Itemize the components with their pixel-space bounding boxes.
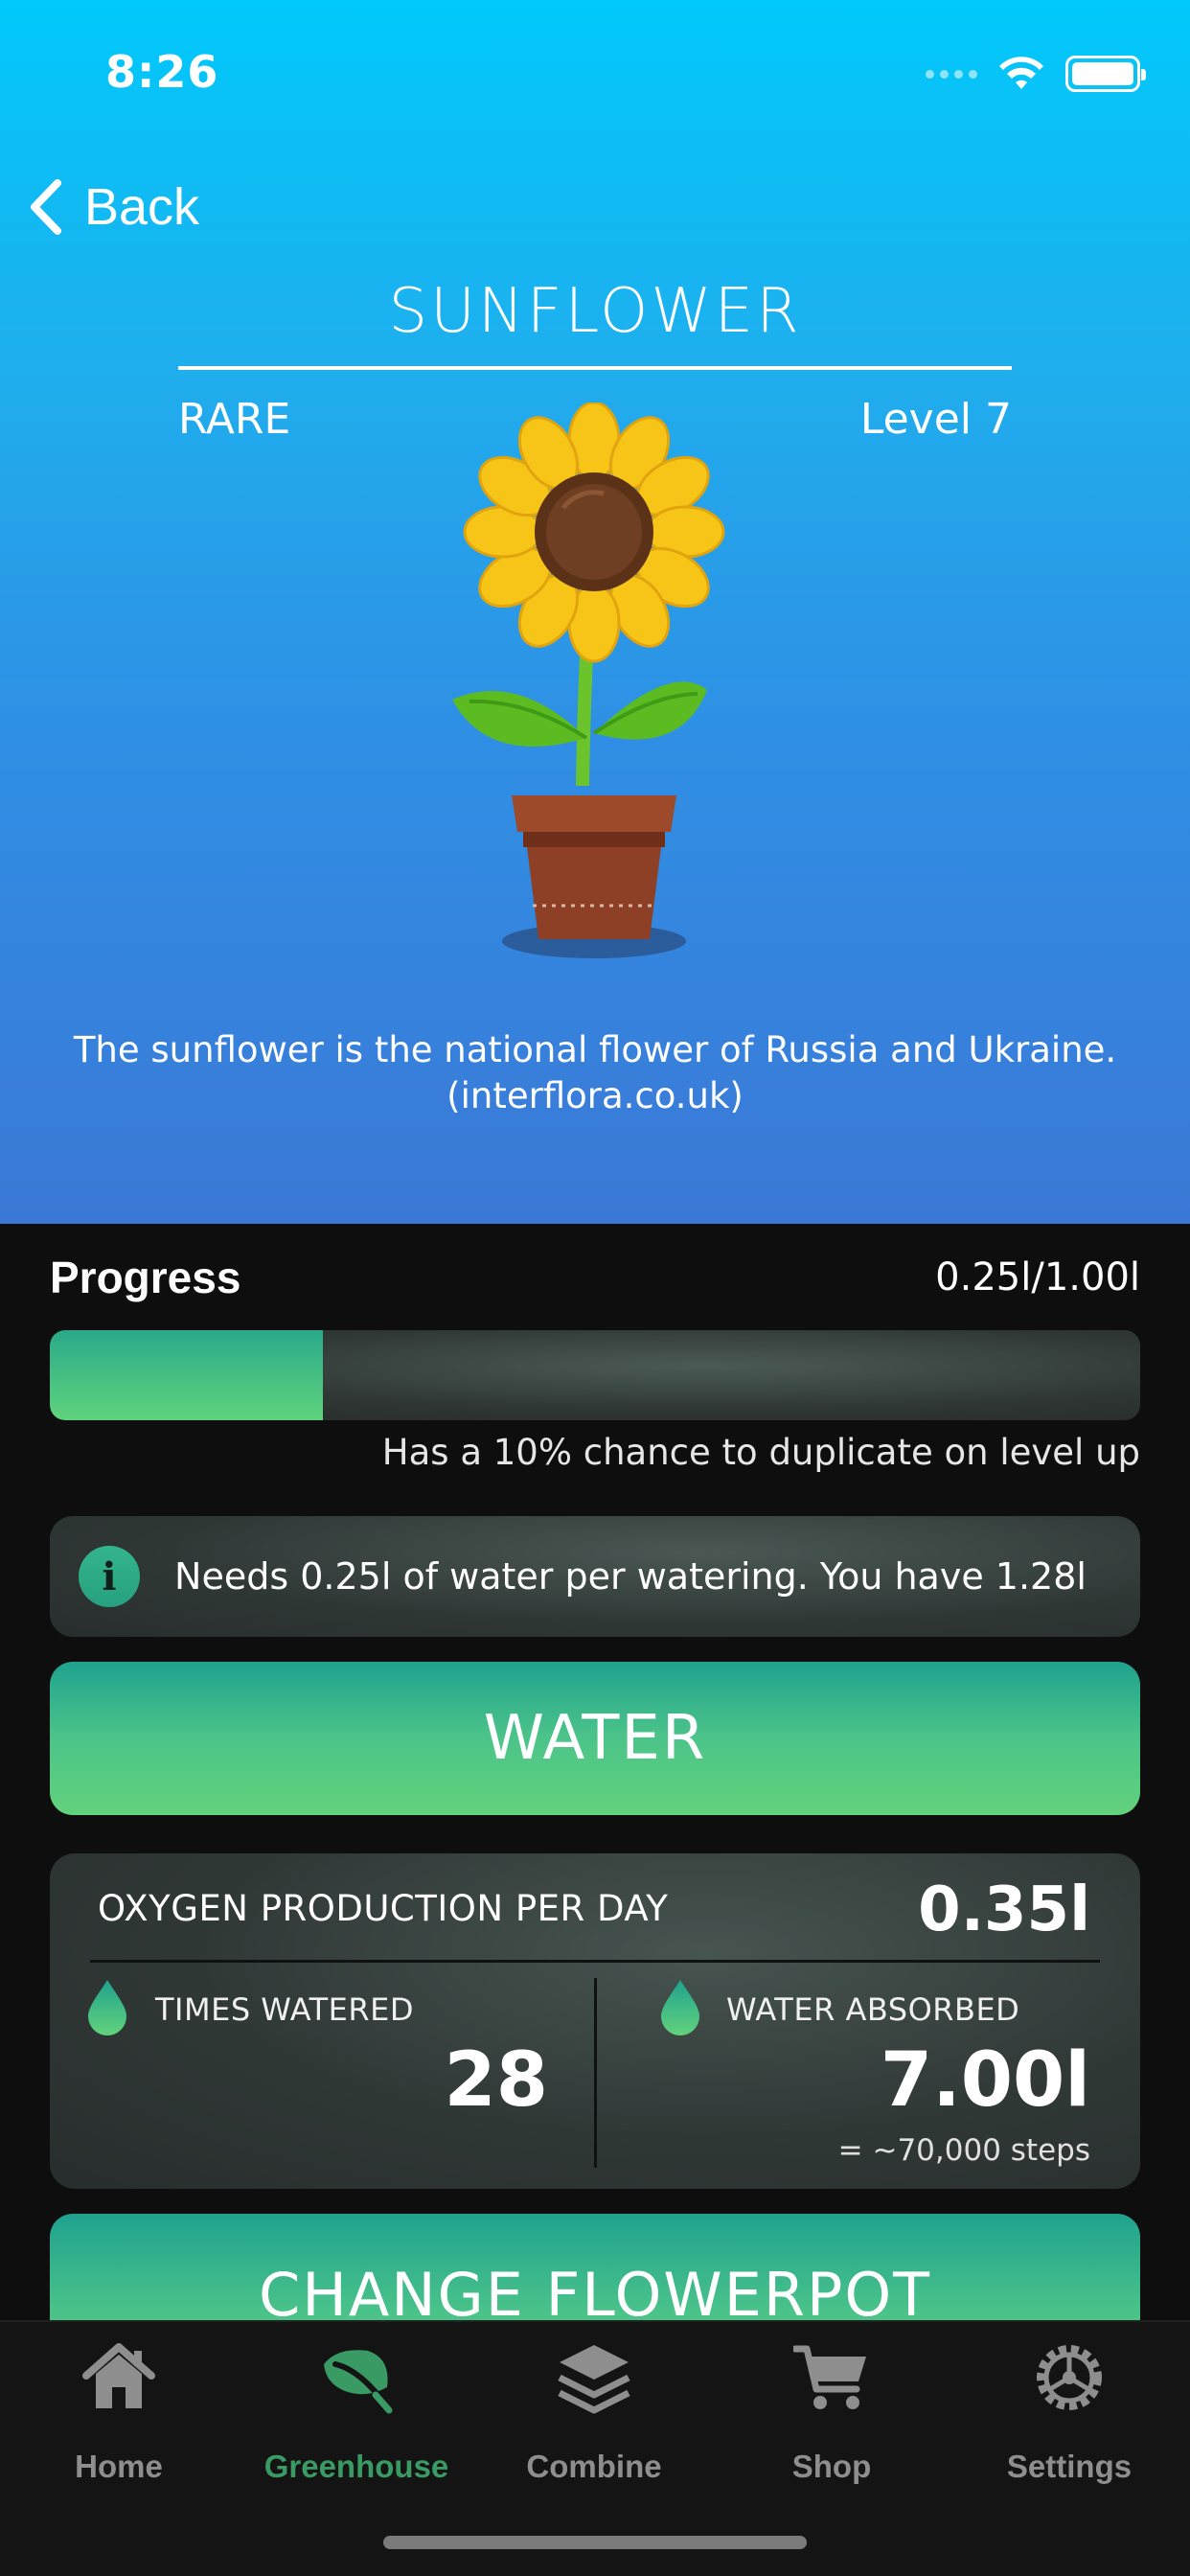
oxygen-value: 0.35l: [918, 1874, 1090, 1945]
cellular-icon: [926, 69, 977, 79]
rarity-label: RARE: [178, 395, 291, 444]
water-info-text: Needs 0.25l of water per watering. You h…: [174, 1555, 1087, 1598]
water-absorbed-steps: = ~70,000 steps: [837, 2133, 1090, 2168]
duplicate-chance-note: Has a 10% chance to duplicate on level u…: [381, 1432, 1140, 1473]
oxygen-label: OXYGEN PRODUCTION PER DAY: [98, 1888, 669, 1929]
level-label: Level 7: [859, 395, 1012, 444]
plant-fact: The sunflower is the national flower of …: [38, 1027, 1152, 1119]
water-absorbed-label: WATER ABSORBED: [726, 1991, 1020, 2028]
home-icon: [82, 2343, 155, 2408]
tab-label: Combine: [526, 2449, 662, 2484]
times-watered-value: 28: [444, 2037, 548, 2124]
tab-home[interactable]: Home: [0, 2322, 238, 2504]
sunflower-illustration: [452, 402, 725, 958]
tab-combine[interactable]: Combine: [475, 2322, 713, 2504]
tab-settings[interactable]: Settings: [950, 2322, 1188, 2504]
plant-name: SUNFLOWER: [388, 276, 802, 347]
stats-vertical-divider: [594, 1978, 597, 2168]
leaf-icon: [324, 2350, 393, 2414]
water-drop-icon: [661, 1980, 699, 2036]
status-time: 8:26: [105, 46, 219, 98]
tab-label: Home: [75, 2449, 163, 2484]
chevron-left-icon: [31, 179, 61, 235]
tab-label: Shop: [791, 2449, 872, 2484]
progress-label: Progress: [50, 1253, 241, 1302]
tab-greenhouse[interactable]: Greenhouse: [238, 2322, 475, 2504]
layers-icon: [558, 2345, 630, 2414]
stats-card: OXYGEN PRODUCTION PER DAY 0.35l TIMES WA…: [50, 1853, 1140, 2189]
water-info-box: i Needs 0.25l of water per watering. You…: [50, 1516, 1140, 1637]
progress-value: 0.25l/1.00l: [935, 1255, 1140, 1300]
stats-divider: [90, 1960, 1100, 1963]
water-drop-icon: [88, 1980, 126, 2036]
gear-icon: [1037, 2345, 1102, 2410]
battery-icon: [1065, 56, 1146, 92]
water-button-label: WATER: [483, 1703, 707, 1774]
cart-icon: [793, 2345, 866, 2409]
title-divider: [178, 366, 1012, 370]
water-button[interactable]: WATER: [50, 1662, 1140, 1815]
wifi-icon: [999, 57, 1043, 89]
info-icon: i: [79, 1546, 140, 1607]
progress-bar: [50, 1330, 1140, 1420]
tab-label: Settings: [1006, 2449, 1133, 2484]
back-label: Back: [84, 178, 200, 236]
water-absorbed-value: 7.00l: [880, 2037, 1090, 2124]
tab-label: Greenhouse: [263, 2449, 449, 2484]
plant-fact-text: The sunflower is the national flower of …: [73, 1029, 1117, 1070]
home-indicator: [383, 2536, 807, 2549]
times-watered-label: TIMES WATERED: [155, 1991, 414, 2028]
plant-fact-source: (interflora.co.uk): [446, 1075, 744, 1116]
progress-fill: [50, 1330, 323, 1420]
status-icons: [926, 56, 1146, 92]
back-button[interactable]: Back: [27, 177, 199, 237]
tab-shop[interactable]: Shop: [713, 2322, 950, 2504]
